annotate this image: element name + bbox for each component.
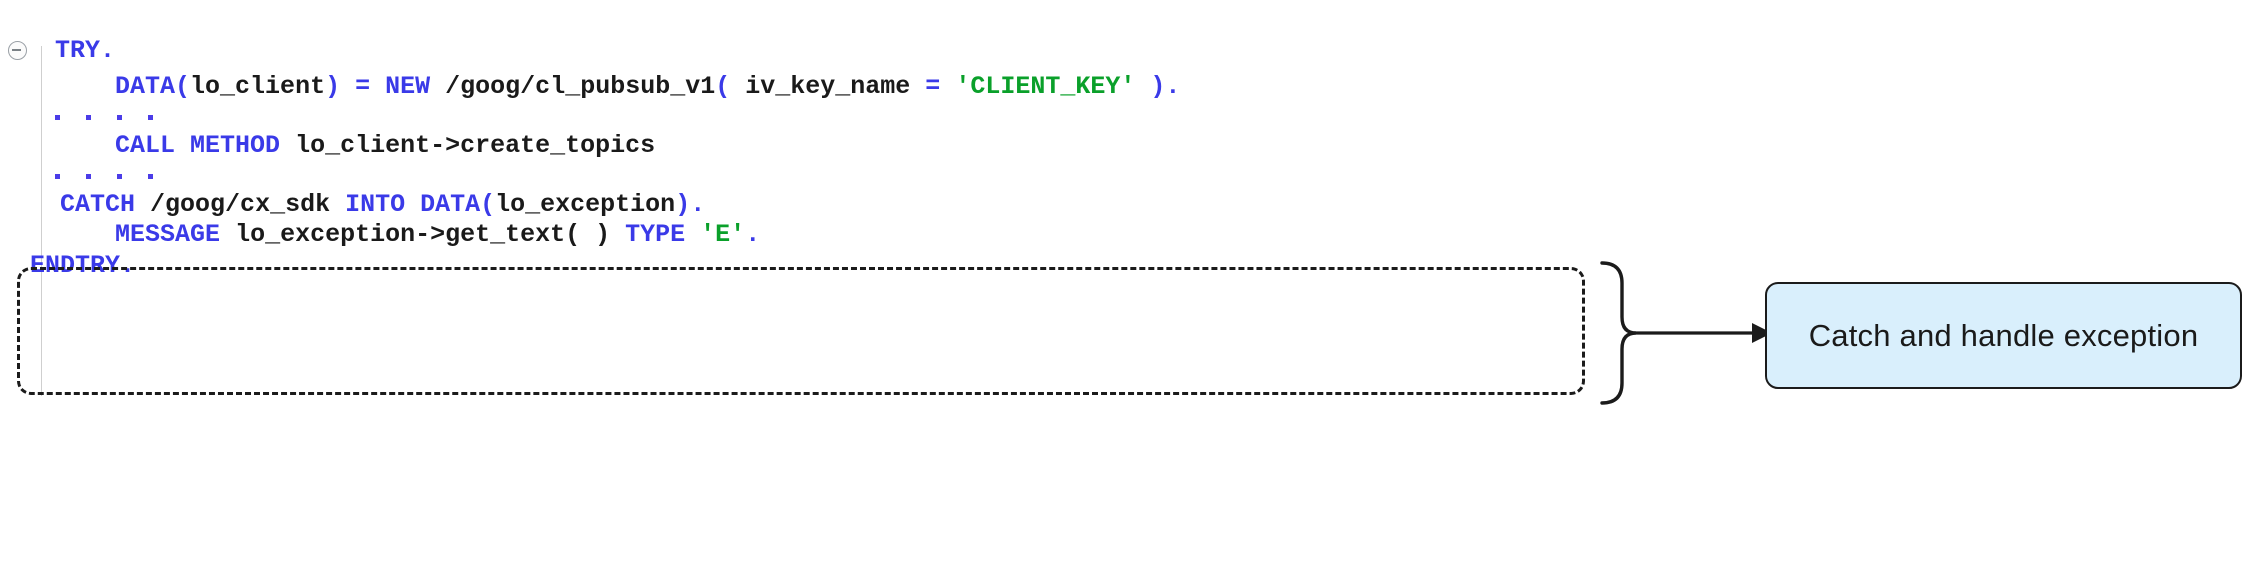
code-line-message[interactable]: MESSAGE lo_exception->get_text( ) TYPE '… — [55, 220, 760, 250]
fold-indent-guide — [41, 46, 42, 396]
continuation-dot — [148, 115, 153, 120]
continuation-dot — [148, 174, 153, 179]
code-token: DATA — [115, 72, 176, 101]
code-token: ) — [325, 72, 341, 101]
code-token: INTO — [345, 190, 406, 219]
code-token: ENDTRY — [30, 251, 121, 280]
code-token: 'E' — [700, 220, 746, 249]
continuation-marker-2 — [55, 174, 153, 179]
code-token: lo_exception->get_text( ) — [235, 220, 611, 249]
code-token: = — [355, 72, 371, 101]
code-token: . — [690, 190, 706, 219]
code-token: ( — [715, 72, 731, 101]
continuation-dot — [117, 174, 122, 179]
code-line-endtry[interactable]: ENDTRY. — [30, 251, 135, 281]
continuation-dot — [117, 115, 122, 120]
code-editor[interactable]: TRY. DATA(lo_client) = NEW /goog/cl_pubs… — [0, 0, 1600, 420]
continuation-dot — [55, 174, 60, 179]
code-token: CATCH — [60, 190, 136, 219]
code-token: . — [745, 220, 761, 249]
code-token: iv_key_name — [730, 72, 926, 101]
collapse-minus-circle-icon[interactable] — [8, 41, 27, 60]
code-token: lo_client->create_topics — [295, 131, 656, 160]
annotation-connector — [1600, 261, 1772, 405]
continuation-dot — [55, 115, 60, 120]
continuation-dot — [86, 115, 91, 120]
code-token: ) — [675, 190, 691, 219]
code-line-data-client[interactable]: DATA(lo_client) = NEW /goog/cl_pubsub_v1… — [55, 72, 1180, 102]
code-token: lo_exception — [495, 190, 676, 219]
code-token: ( — [175, 72, 191, 101]
code-line-call-method[interactable]: CALL METHOD lo_client->create_topics — [55, 131, 655, 161]
code-token: . — [1165, 72, 1181, 101]
code-line-try[interactable]: TRY. — [55, 36, 115, 66]
code-token: . — [120, 251, 136, 280]
code-token: TRY — [55, 36, 101, 65]
code-token: TYPE — [625, 220, 686, 249]
callout-catch-and-handle-exception: Catch and handle exception — [1765, 282, 2242, 389]
code-token: NEW — [385, 72, 431, 101]
code-line-catch[interactable]: CATCH /goog/cx_sdk INTO DATA(lo_exceptio… — [30, 190, 705, 220]
code-token: DATA — [420, 190, 481, 219]
code-token: CALL — [115, 131, 176, 160]
right-curly-brace-icon — [1600, 261, 1637, 405]
callout-label: Catch and handle exception — [1808, 317, 2199, 353]
code-token: /goog/cx_sdk — [150, 190, 331, 219]
code-token: METHOD — [190, 131, 281, 160]
code-token: . — [100, 36, 116, 65]
code-token: ( — [480, 190, 496, 219]
code-token: /goog/cl_pubsub_v1 — [445, 72, 716, 101]
continuation-marker-1 — [55, 115, 153, 120]
continuation-dot — [86, 174, 91, 179]
code-token: lo_client — [190, 72, 326, 101]
code-token: MESSAGE — [115, 220, 221, 249]
code-token: ) — [1150, 72, 1166, 101]
code-token: 'CLIENT_KEY' — [955, 72, 1136, 101]
code-token: = — [925, 72, 941, 101]
